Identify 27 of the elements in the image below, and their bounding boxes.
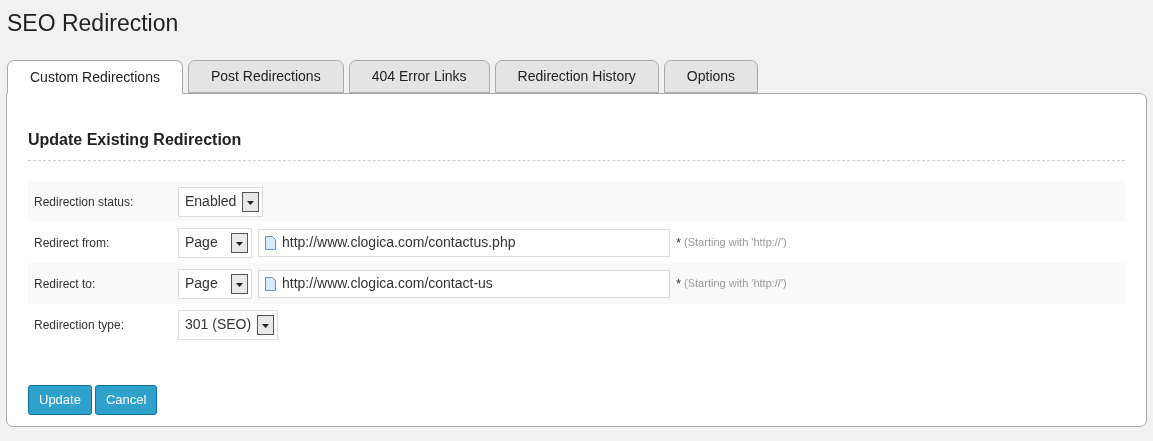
url-field[interactable]: http://www.clogica.com/contactus.php — [258, 228, 670, 257]
caret-icon — [231, 273, 248, 294]
required-mark: * — [676, 233, 682, 252]
url-field[interactable]: http://www.clogica.com/contact-us — [258, 269, 670, 298]
required-mark: * — [676, 274, 682, 293]
dropdown-select[interactable]: Page — [178, 268, 252, 299]
dropdown-select[interactable]: 301 (SEO) — [178, 309, 279, 340]
section-title: Update Existing Redirection — [28, 130, 243, 150]
field-label: Redirection type: — [33, 316, 126, 334]
document-icon — [265, 276, 276, 291]
tab[interactable]: 404 Error Links — [348, 60, 490, 93]
caret-icon — [242, 191, 260, 212]
tab[interactable]: Redirection History — [494, 60, 659, 93]
dropdown-select[interactable]: Enabled — [178, 186, 264, 217]
field-label: Redirect from: — [33, 234, 111, 252]
hint-text: (Starting with 'http://') — [684, 276, 787, 292]
field-label: Redirection status: — [33, 193, 135, 211]
caret-icon — [257, 314, 275, 335]
tab[interactable]: Custom Redirections — [7, 60, 183, 94]
field-label: Redirect to: — [33, 275, 97, 293]
page-title: SEO Redirection — [6, 9, 180, 38]
document-icon — [265, 235, 276, 250]
hint-text: (Starting with 'http://') — [684, 235, 787, 251]
caret-icon — [231, 232, 248, 253]
dropdown-select[interactable]: Page — [178, 227, 252, 258]
tab[interactable]: Options — [663, 60, 759, 93]
tab[interactable]: Post Redirections — [187, 60, 344, 93]
